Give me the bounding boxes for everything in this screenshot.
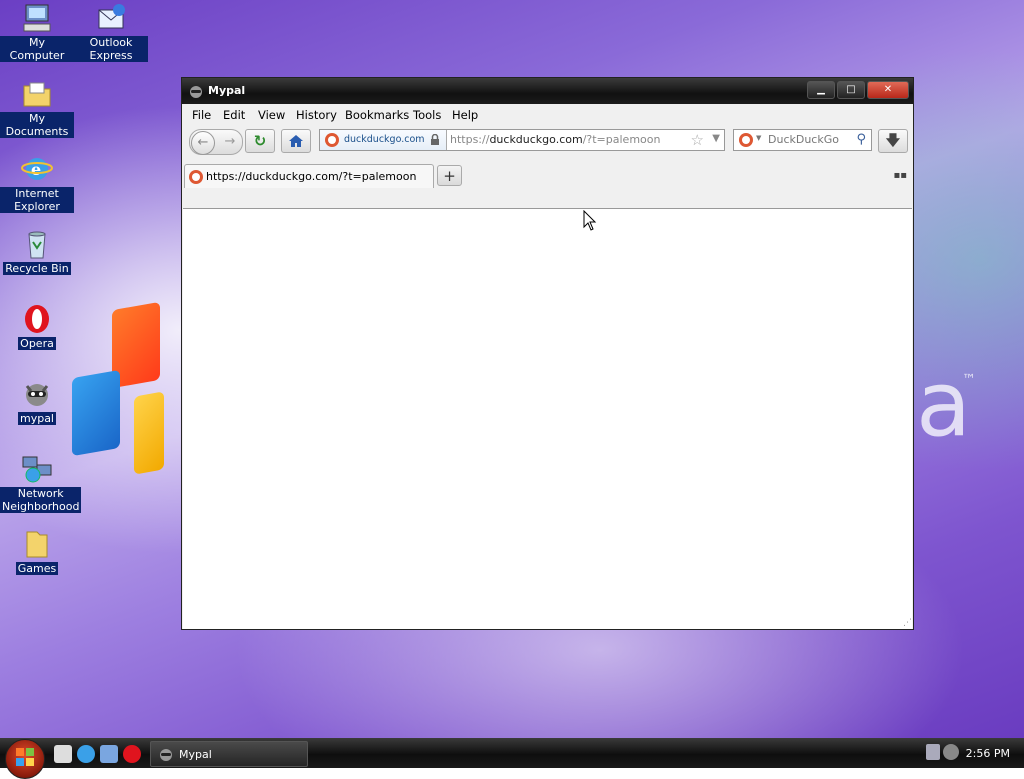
menu-view[interactable]: View bbox=[258, 108, 285, 122]
search-bar[interactable]: ▼ DuckDuckGo ⚲ bbox=[733, 129, 872, 151]
outlook-express-icon bbox=[95, 2, 127, 34]
url-dropdown-icon[interactable]: ▼ bbox=[712, 133, 720, 144]
windows-logo-icon bbox=[16, 748, 34, 766]
menu-file[interactable]: File bbox=[192, 108, 211, 122]
windows-flag-logo bbox=[72, 298, 182, 475]
window-titlebar[interactable]: Mypal ▁ □ ✕ bbox=[182, 78, 913, 104]
menu-edit[interactable]: Edit bbox=[223, 108, 245, 122]
desktop-icon-label: My Documents bbox=[0, 112, 74, 138]
duckduckgo-icon bbox=[325, 133, 339, 147]
menu-bookmarks[interactable]: Bookmarks bbox=[345, 108, 409, 122]
close-button[interactable]: ✕ bbox=[867, 81, 909, 99]
quicklaunch-internet-explorer-icon[interactable] bbox=[77, 745, 95, 763]
desktop-icon-network-neighborhood[interactable]: Network Neighborhood bbox=[0, 453, 82, 513]
forward-arrow-icon: → bbox=[224, 134, 236, 149]
recycle-bin-icon bbox=[21, 228, 53, 260]
quicklaunch-show-desktop-icon[interactable] bbox=[54, 745, 72, 763]
search-placeholder: DuckDuckGo bbox=[768, 133, 839, 146]
taskbar-button-mypal[interactable]: Mypal bbox=[150, 741, 308, 767]
url-text: https://duckduckgo.com/?t=palemoon bbox=[450, 133, 660, 146]
taskbar: Mypal 2:56 PM bbox=[0, 738, 1024, 779]
mypal-raccoon-icon bbox=[160, 749, 172, 761]
mypal-raccoon-icon bbox=[21, 378, 53, 410]
desktop-icon-my-documents[interactable]: My Documents bbox=[0, 78, 74, 138]
desktop-icon-label: My Computer bbox=[0, 36, 74, 62]
tray-raccoon-icon[interactable] bbox=[943, 744, 959, 760]
system-tray bbox=[926, 744, 960, 762]
internet-explorer-icon: e bbox=[21, 153, 53, 185]
desktop-icon-outlook-express[interactable]: Outlook Express bbox=[74, 2, 148, 62]
reload-button[interactable]: ↻ bbox=[245, 129, 275, 153]
plus-icon: + bbox=[443, 167, 456, 185]
desktop-icon-label: Outlook Express bbox=[74, 36, 148, 62]
lock-icon bbox=[431, 134, 439, 145]
duckduckgo-search-engine-icon[interactable] bbox=[739, 133, 753, 147]
url-bar[interactable]: duckduckgo.com https://duckduckgo.com/?t… bbox=[319, 129, 725, 151]
tab-title: https://duckduckgo.com/?t=palemoon bbox=[206, 170, 417, 183]
tab-active[interactable]: https://duckduckgo.com/?t=palemoon bbox=[184, 164, 434, 188]
forward-button[interactable]: → bbox=[221, 132, 239, 152]
reload-icon: ↻ bbox=[253, 132, 267, 150]
browser-window[interactable]: Mypal ▁ □ ✕ File Edit View History Bookm… bbox=[181, 77, 914, 630]
back-forward-group: ← → bbox=[189, 129, 243, 155]
desktop-icon-label: mypal bbox=[17, 412, 56, 425]
back-button[interactable]: ← bbox=[191, 131, 215, 155]
network-icon bbox=[21, 453, 53, 485]
desktop-icon-label: Recycle Bin bbox=[3, 262, 71, 275]
mypal-raccoon-icon bbox=[188, 83, 204, 99]
maximize-icon: □ bbox=[846, 84, 856, 95]
back-arrow-icon: ← bbox=[197, 135, 209, 150]
home-button[interactable] bbox=[281, 129, 311, 153]
folder-icon bbox=[21, 528, 53, 560]
menu-history[interactable]: History bbox=[296, 108, 337, 122]
computer-icon bbox=[21, 2, 53, 34]
home-icon bbox=[289, 135, 303, 147]
identity-site-label: duckduckgo.com bbox=[344, 134, 425, 145]
desktop-icon-my-computer[interactable]: My Computer bbox=[0, 2, 74, 62]
new-tab-button[interactable]: + bbox=[437, 165, 462, 186]
download-arrow-icon: 🡇 bbox=[885, 133, 901, 149]
resize-grip-icon[interactable]: ⋰ bbox=[903, 618, 912, 628]
vista-trademark: ™ bbox=[962, 372, 976, 388]
site-identity-button[interactable]: duckduckgo.com bbox=[320, 130, 447, 150]
opera-icon bbox=[21, 303, 53, 335]
desktop-icon-label: Games bbox=[15, 562, 59, 575]
desktop-icon-recycle-bin[interactable]: Recycle Bin bbox=[0, 228, 74, 275]
desktop-icon-label: Network Neighborhood bbox=[0, 487, 82, 513]
window-title: Mypal bbox=[208, 84, 246, 97]
desktop-icon-games[interactable]: Games bbox=[0, 528, 74, 575]
search-magnifier-icon[interactable]: ⚲ bbox=[856, 132, 866, 147]
desktop-icon-internet-explorer[interactable]: e Internet Explorer bbox=[0, 153, 74, 213]
maximize-button[interactable]: □ bbox=[837, 81, 865, 99]
url-host: duckduckgo.com bbox=[489, 133, 583, 146]
quicklaunch-opera-icon[interactable] bbox=[123, 745, 141, 763]
page-content-area[interactable] bbox=[183, 208, 912, 629]
search-engine-dropdown-icon[interactable]: ▼ bbox=[756, 134, 761, 142]
tab-groups-icon[interactable]: ▪▪ bbox=[893, 170, 907, 181]
bookmark-star-icon[interactable]: ☆ bbox=[691, 131, 704, 149]
tray-network-icon[interactable] bbox=[926, 744, 940, 760]
minimize-button[interactable]: ▁ bbox=[807, 81, 835, 99]
menu-tools[interactable]: Tools bbox=[413, 108, 441, 122]
taskbar-button-label: Mypal bbox=[179, 748, 212, 761]
folder-documents-icon bbox=[21, 78, 53, 110]
desktop-icon-mypal[interactable]: mypal bbox=[0, 378, 74, 425]
menu-bar: File Edit View History Bookmarks Tools H… bbox=[182, 104, 913, 126]
tab-strip: https://duckduckgo.com/?t=palemoon + ▪▪ bbox=[182, 156, 913, 189]
clock[interactable]: 2:56 PM bbox=[966, 747, 1010, 760]
desktop-icon-opera[interactable]: Opera bbox=[0, 303, 74, 350]
tab-favicon-duckduckgo-icon bbox=[189, 170, 203, 184]
menu-help[interactable]: Help bbox=[452, 108, 478, 122]
url-path: /?t=palemoon bbox=[582, 133, 661, 146]
desktop-icon-label: Internet Explorer bbox=[0, 187, 74, 213]
close-icon: ✕ bbox=[883, 84, 893, 95]
navigation-toolbar: ← → ↻ duckduckgo.com https://duckduckgo.… bbox=[182, 126, 913, 156]
quicklaunch-outlook-express-icon[interactable] bbox=[100, 745, 118, 763]
downloads-button[interactable]: 🡇 bbox=[878, 129, 908, 153]
desktop-icon-label: Opera bbox=[18, 337, 56, 350]
url-scheme: https:// bbox=[450, 133, 490, 146]
minimize-icon: ▁ bbox=[817, 84, 825, 95]
start-button[interactable] bbox=[5, 739, 45, 779]
